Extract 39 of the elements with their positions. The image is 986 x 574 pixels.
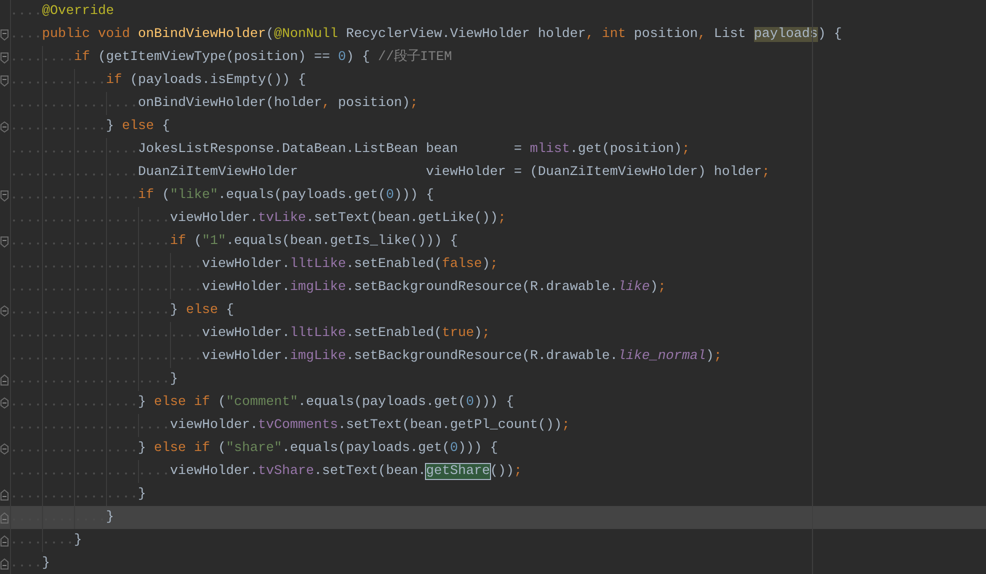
code-line: viewHolder.tvComments.setText(bean.getPl_count()); — [170, 417, 570, 435]
code-line: } — [42, 555, 50, 573]
code-line: } else { — [106, 118, 170, 136]
code-line: } — [170, 371, 178, 389]
unfold-icon[interactable] — [0, 304, 9, 316]
code-line: } else if ("comment".equals(payloads.get(0))) { — [138, 394, 514, 412]
unfold-icon[interactable] — [0, 374, 9, 386]
code-line: public void onBindViewHolder(@NonNull RecyclerView.ViewHolder holder, int position, List payloads) { — [42, 26, 842, 44]
code-line: } — [138, 486, 146, 504]
unfold-icon[interactable] — [0, 512, 9, 524]
unfold-icon[interactable] — [0, 120, 9, 132]
code-line: DuanZiItemViewHolder viewHolder = (DuanZiItemViewHolder) holder; — [138, 164, 770, 182]
code-line: } else { — [170, 302, 234, 320]
code-line: JokesListResponse.DataBean.ListBean bean = mlist.get(position); — [138, 141, 690, 159]
fold-icon[interactable] — [0, 236, 9, 248]
code-line: onBindViewHolder(holder, position); — [138, 95, 418, 113]
code-line: if (payloads.isEmpty()) { — [106, 72, 306, 90]
code-line: viewHolder.imgLike.setBackgroundResource(R.drawable.like); — [202, 279, 666, 297]
code-line: if (getItemViewType(position) == 0) { //段子ITEM — [74, 48, 452, 67]
unfold-icon[interactable] — [0, 534, 9, 546]
code-line: } — [106, 509, 114, 527]
code-line: viewHolder.lltLike.setEnabled(true); — [202, 325, 490, 343]
code-line: viewHolder.tvLike.setText(bean.getLike()); — [170, 210, 506, 228]
fold-icon[interactable] — [0, 52, 9, 64]
code-line: if ("like".equals(payloads.get(0))) { — [138, 187, 434, 205]
code-line: } else if ("share".equals(payloads.get(0))) { — [138, 440, 498, 458]
code-line: @Override — [42, 3, 114, 21]
fold-icon[interactable] — [0, 74, 9, 86]
unfold-icon[interactable] — [0, 442, 9, 454]
fold-icon[interactable] — [0, 190, 9, 202]
code-line: } — [74, 532, 82, 550]
fold-icon[interactable] — [0, 28, 9, 40]
code-line: if ("1".equals(bean.getIs_like())) { — [170, 233, 458, 251]
code-line: viewHolder.imgLike.setBackgroundResource(R.drawable.like_normal); — [202, 348, 722, 366]
code-line: viewHolder.lltLike.setEnabled(false); — [202, 256, 498, 274]
code-line: viewHolder.tvShare.setText(bean.getShare()); — [170, 463, 522, 481]
unfold-icon[interactable] — [0, 488, 9, 500]
unfold-icon[interactable] — [0, 396, 9, 408]
unfold-icon[interactable] — [0, 558, 9, 570]
